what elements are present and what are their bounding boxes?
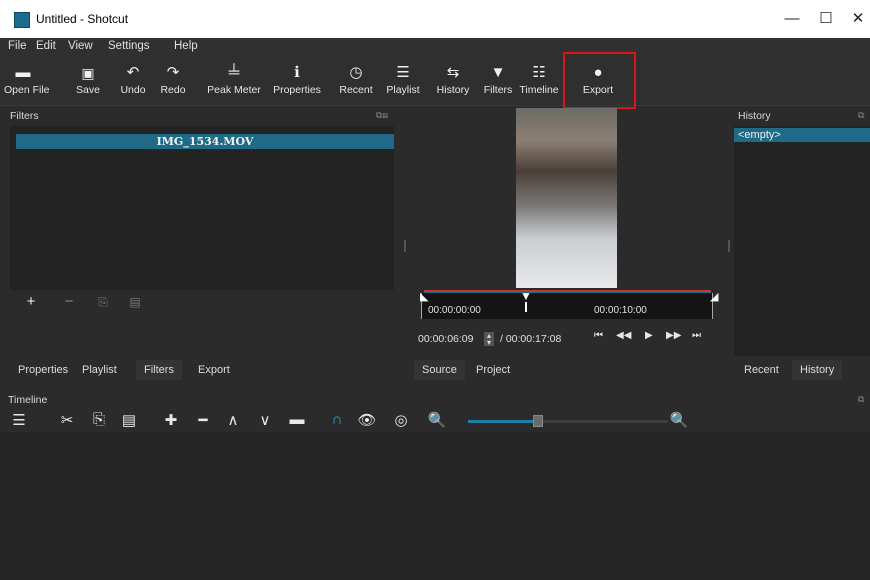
open-file-button[interactable]: ▬ Open File: [4, 62, 50, 102]
ripple-icon[interactable]: ◎: [390, 411, 412, 429]
fast-forward-button[interactable]: ▶▶: [666, 330, 681, 341]
redo-icon: ↷: [166, 64, 180, 81]
main-toolbar: ▬ Open File ▣ Save ↶ Undo ↷ Redo ╧ Peak …: [0, 56, 870, 106]
properties-button[interactable]: ℹ Properties: [268, 62, 326, 102]
history-icon: ⇆: [446, 64, 460, 81]
tab-export[interactable]: Export: [190, 360, 238, 380]
overwrite-icon[interactable]: ∨: [254, 411, 276, 429]
skip-to-start-button[interactable]: ⏮: [594, 330, 603, 341]
copy-filter-button[interactable]: ⎘: [94, 293, 112, 311]
tab-project[interactable]: Project: [468, 360, 518, 380]
scrubber-mark-time: 00:00:10:00: [594, 305, 647, 316]
snap-magnet-icon[interactable]: ∩: [326, 411, 348, 428]
window-title: Untitled - Shotcut: [36, 12, 129, 26]
menu-edit[interactable]: Edit: [36, 40, 56, 52]
skip-to-end-button[interactable]: ⏭: [692, 330, 701, 341]
filters-button[interactable]: ▼ Filters: [480, 62, 516, 102]
save-icon: ▣: [81, 65, 95, 81]
playlist-button[interactable]: ☰ Playlist: [384, 62, 422, 102]
timeline-panel-header: Timeline: [8, 394, 48, 406]
split-icon[interactable]: ▬: [286, 411, 308, 428]
peak-meter-icon: ╧: [228, 64, 240, 81]
playlist-icon: ☰: [396, 64, 410, 81]
paste-filter-button[interactable]: ▤: [126, 293, 144, 311]
tab-source[interactable]: Source: [414, 360, 465, 380]
time-spinner[interactable]: ▴ ▾: [484, 332, 494, 347]
scrub-while-drag-icon[interactable]: 👁: [356, 411, 378, 429]
splitter-handle[interactable]: [404, 240, 406, 252]
clip-name-label: IMG_1534.MOV: [16, 134, 394, 149]
filters-list[interactable]: [10, 126, 394, 290]
info-icon: ℹ: [294, 64, 300, 81]
title-bar: Untitled - Shotcut — ☐ ✕: [0, 0, 870, 38]
tab-filters[interactable]: Filters: [136, 360, 182, 380]
dock-float-icon[interactable]: ⧉: [858, 110, 864, 121]
copy-icon[interactable]: ⎘: [88, 411, 110, 428]
paste-icon[interactable]: ▤: [118, 411, 140, 429]
add-filter-button[interactable]: +: [22, 293, 40, 311]
tab-history[interactable]: History: [792, 360, 843, 380]
list-item[interactable]: <empty>: [734, 128, 870, 142]
redo-button[interactable]: ↷ Redo: [158, 62, 188, 102]
rewind-button[interactable]: ◀◀: [616, 330, 631, 341]
append-icon[interactable]: ✚: [160, 411, 182, 429]
zoom-slider-handle[interactable]: [533, 415, 543, 427]
current-time-field[interactable]: 00:00:06:09: [418, 330, 473, 348]
filters-panel-header: Filters: [10, 110, 39, 122]
dock-float-icon[interactable]: ⧉: [858, 394, 864, 405]
menu-help[interactable]: Help: [174, 40, 198, 52]
cut-icon[interactable]: ✂: [56, 411, 78, 429]
recent-button[interactable]: ◷ Recent: [336, 62, 376, 102]
in-point-icon[interactable]: ◣: [420, 290, 428, 303]
history-button[interactable]: ⇆ History: [434, 62, 472, 102]
shotcut-logo-icon: [14, 12, 30, 28]
undo-button[interactable]: ↶ Undo: [118, 62, 148, 102]
remove-filter-button[interactable]: −: [60, 293, 78, 311]
timeline-tracks-area[interactable]: [0, 432, 870, 580]
save-button[interactable]: ▣ Save: [74, 62, 102, 102]
undo-icon: ↶: [126, 64, 140, 81]
playhead-icon[interactable]: ▼: [520, 290, 532, 312]
clock-icon: ◷: [349, 64, 363, 81]
timeline-button[interactable]: ☷ Timeline: [516, 62, 562, 102]
folder-icon: ▬: [15, 64, 31, 81]
close-button[interactable]: ✕: [840, 4, 870, 34]
lift-icon[interactable]: ∧: [222, 411, 244, 429]
play-button[interactable]: ▶: [645, 330, 653, 341]
timeline-icon: ☷: [532, 64, 546, 81]
out-point-icon[interactable]: ◢: [710, 290, 718, 303]
splitter-handle[interactable]: [728, 240, 730, 252]
history-list[interactable]: [734, 126, 870, 356]
menu-settings[interactable]: Settings: [108, 40, 150, 52]
scrubber-start-time: 00:00:00:00: [428, 305, 481, 316]
zoom-in-icon[interactable]: 🔍: [668, 411, 690, 429]
remove-icon[interactable]: ━: [192, 411, 214, 429]
filter-icon: ▼: [490, 64, 506, 81]
menu-file[interactable]: File: [8, 40, 27, 52]
timeline-menu-icon[interactable]: ☰: [8, 411, 30, 429]
tab-recent[interactable]: Recent: [736, 360, 787, 380]
zoom-slider-fill: [468, 420, 538, 423]
minimize-button[interactable]: —: [774, 4, 810, 34]
dock-float-icon[interactable]: ⧉⊠: [376, 110, 388, 121]
tab-properties[interactable]: Properties: [10, 360, 76, 380]
maximize-button[interactable]: ☐: [808, 4, 844, 34]
history-panel-header: History: [738, 110, 771, 122]
menu-bar: File Edit View Settings Help: [0, 38, 870, 56]
tab-playlist[interactable]: Playlist: [74, 360, 125, 380]
total-duration: / 00:00:17:08: [500, 333, 562, 345]
zoom-out-icon[interactable]: 🔍: [426, 411, 448, 429]
peak-meter-button[interactable]: ╧ Peak Meter: [204, 62, 264, 102]
export-highlight-box: [563, 52, 636, 109]
menu-view[interactable]: View: [68, 40, 93, 52]
video-preview[interactable]: [516, 108, 617, 288]
